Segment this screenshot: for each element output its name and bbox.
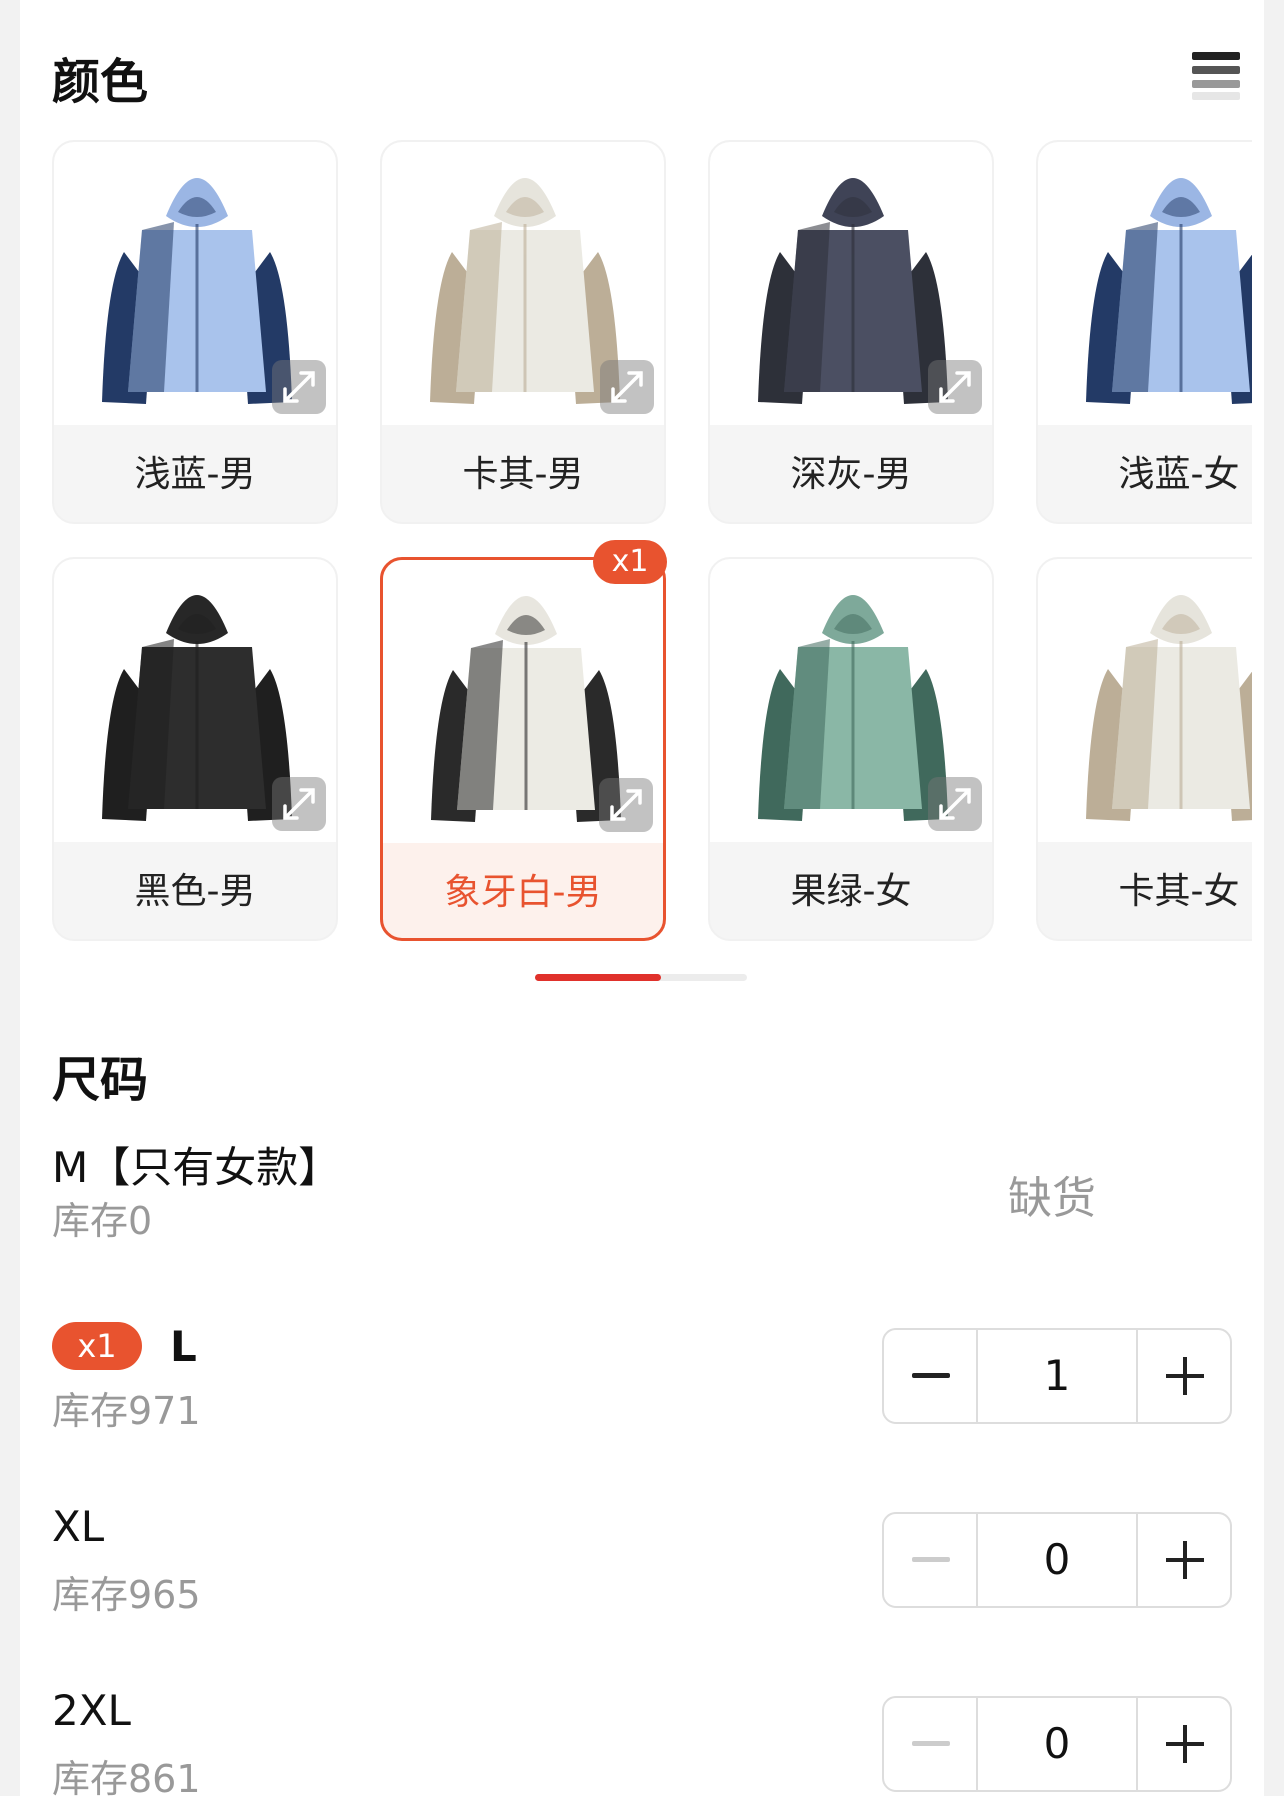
expand-arrows-icon[interactable] (928, 360, 982, 414)
color-option-label: 卡其-女 (1118, 871, 1240, 912)
sku-selection-panel: 颜色 浅蓝-男 卡其-男 深灰-男 浅蓝-女黑色-男 象牙白-男 x1 果绿-女 卡其-女 尺… (20, 0, 1264, 1796)
size-quantity-badge: x1 (52, 1322, 142, 1370)
expand-arrows-icon[interactable] (600, 360, 654, 414)
size-section-title: 尺码 (52, 1052, 149, 1108)
color-option-card[interactable]: 深灰-男 (708, 140, 994, 524)
expand-arrows-icon[interactable] (272, 777, 326, 831)
size-row-m: M【只有女款】 库存0 缺货 (52, 1134, 1232, 1244)
color-option-card[interactable]: 卡其-男 (380, 140, 666, 524)
size-name: M【只有女款】 (52, 1143, 341, 1192)
increase-button[interactable] (1136, 1698, 1230, 1790)
quantity-stepper: 0 (882, 1696, 1232, 1792)
size-stock: 库存971 (52, 1389, 201, 1433)
size-stock: 库存0 (52, 1199, 153, 1243)
out-of-stock-label: 缺货 (1008, 1173, 1096, 1224)
minus-icon (912, 1557, 950, 1562)
color-option-card[interactable]: 象牙白-男 x1 (380, 540, 667, 941)
jacket-image (1038, 142, 1252, 425)
color-quantity-badge: x1 (593, 540, 667, 584)
color-scroll-indicator (535, 974, 747, 981)
list-view-icon[interactable] (1192, 52, 1240, 100)
color-option-card[interactable]: 浅蓝-男 (52, 140, 338, 524)
color-section-title: 颜色 (52, 54, 149, 110)
scroll-indicator-thumb (535, 974, 661, 981)
color-option-label: 果绿-女 (790, 871, 912, 912)
expand-arrows-icon[interactable] (272, 360, 326, 414)
color-option-label: 浅蓝-男 (134, 454, 256, 495)
color-option-label: 浅蓝-女 (1118, 454, 1240, 495)
quantity-value[interactable]: 0 (978, 1698, 1136, 1790)
decrease-button[interactable] (884, 1514, 978, 1606)
color-option-card[interactable]: 果绿-女 (708, 557, 994, 941)
quantity-stepper: 0 (882, 1512, 1232, 1608)
expand-arrows-icon[interactable] (599, 778, 653, 832)
quantity-value[interactable]: 0 (978, 1514, 1136, 1606)
size-name: L (170, 1322, 197, 1371)
color-option-card[interactable]: 黑色-男 (52, 557, 338, 941)
size-row-2xl: 2XL 库存861 0 (52, 1686, 1232, 1796)
decrease-button[interactable] (884, 1698, 978, 1790)
color-option-card[interactable]: 浅蓝-女 (1036, 140, 1252, 524)
color-option-label: 象牙白-男 (444, 872, 602, 913)
size-name: XL (52, 1502, 105, 1551)
minus-icon (912, 1741, 950, 1746)
increase-button[interactable] (1136, 1330, 1230, 1422)
color-option-label: 卡其-男 (462, 454, 584, 495)
color-option-label: 深灰-男 (790, 454, 912, 495)
size-stock: 库存965 (52, 1573, 201, 1617)
minus-icon (912, 1373, 950, 1378)
color-options-grid: 浅蓝-男 卡其-男 深灰-男 浅蓝-女黑色-男 象牙白-男 x1 果绿-女 卡其-女 (52, 140, 1252, 950)
increase-button[interactable] (1136, 1514, 1230, 1606)
size-name: 2XL (52, 1686, 131, 1735)
quantity-stepper: 1 (882, 1328, 1232, 1424)
color-option-label: 黑色-男 (134, 871, 256, 912)
color-option-card[interactable]: 卡其-女 (1036, 557, 1252, 941)
size-stock: 库存861 (52, 1757, 201, 1796)
expand-arrows-icon[interactable] (928, 777, 982, 831)
jacket-image (1038, 559, 1252, 842)
decrease-button[interactable] (884, 1330, 978, 1422)
quantity-value[interactable]: 1 (978, 1330, 1136, 1422)
size-row-l: x1 L 库存971 1 (52, 1318, 1232, 1433)
size-row-xl: XL 库存965 0 (52, 1502, 1232, 1617)
